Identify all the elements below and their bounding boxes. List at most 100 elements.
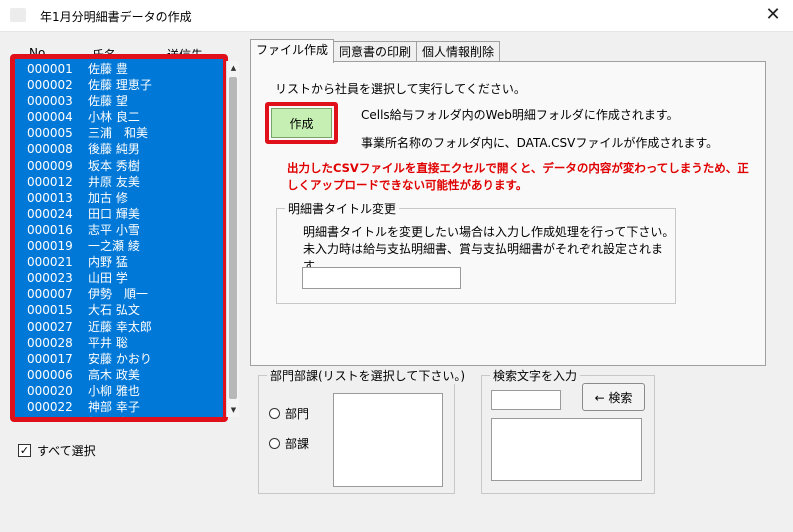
select-all-checkbox[interactable]: ✓ すべて選択 (18, 442, 96, 458)
employee-no: 000009 (27, 158, 73, 173)
dialog-body: No 氏名 送信先 000001佐藤 豊000002佐藤 理恵子000003佐藤… (0, 32, 793, 532)
employee-name: 佐藤 理恵子 (88, 78, 152, 93)
employee-listbox[interactable]: 000001 佐藤 豊 000002 佐藤 理恵子 000003 佐藤 望 000004 小林… (10, 54, 228, 422)
employee-name: 近藤 幸太郎 (88, 319, 152, 334)
employee-name: 後藤 純男 (88, 142, 140, 157)
app-icon (10, 8, 26, 22)
employee-no: 000021 (27, 255, 73, 270)
file-create-panel: リストから社員を選択して実行してください。 作成 Cells給与フォルダ内のWe… (250, 61, 766, 366)
tab-consent-print[interactable]: 同意書の印刷 (333, 41, 418, 63)
dept-filter-group-title: 部門部課(リストを選択して下さい。) (267, 367, 469, 384)
employee-no: 000016 (27, 222, 73, 237)
statement-title-input[interactable] (302, 267, 461, 289)
tab-personal-info-delete[interactable]: 個人情報削除 (416, 41, 501, 63)
list-item[interactable]: 000013 加古 修 (15, 190, 223, 206)
radio-buka-label: 部課 (285, 437, 310, 451)
list-scrollbar[interactable]: ▲ ▼ (226, 61, 239, 417)
list-item[interactable]: 000022 神部 幸子 (15, 399, 223, 415)
employee-no: 000008 (27, 142, 73, 157)
employee-name: 田口 輝美 (88, 206, 140, 221)
create-button-highlight: 作成 (265, 102, 338, 144)
scroll-thumb[interactable] (229, 77, 237, 399)
search-results-listbox[interactable] (491, 418, 642, 481)
scroll-up-arrow-icon[interactable]: ▲ (227, 61, 240, 75)
list-item[interactable]: 000008 後藤 純男 (15, 141, 223, 157)
search-input[interactable] (491, 390, 561, 410)
employee-no: 000005 (27, 126, 73, 141)
employee-no: 000015 (27, 303, 73, 318)
employee-no: 000002 (27, 78, 73, 93)
list-item[interactable]: 000027 近藤 幸太郎 (15, 319, 223, 335)
employee-name: 安藤 かおり (88, 351, 152, 366)
employee-name: 坂本 秀樹 (88, 158, 140, 173)
employee-no: 000007 (27, 287, 73, 302)
select-all-label: すべて選択 (37, 443, 96, 458)
employee-name: 内野 猛 (88, 255, 128, 270)
close-button[interactable]: ✕ (761, 4, 785, 26)
employee-name: 志平 小雪 (88, 222, 140, 237)
employee-no: 000012 (27, 174, 73, 189)
scroll-down-arrow-icon[interactable]: ▼ (227, 403, 240, 417)
list-item[interactable]: 000007 伊勢 順一 (15, 286, 223, 302)
employee-name: 佐藤 豊 (88, 62, 128, 76)
employee-no: 000017 (27, 351, 73, 366)
employee-name: 伊勢 順一 (88, 287, 149, 302)
employee-no: 000024 (27, 206, 73, 221)
list-item[interactable]: 000005 三浦 和美 (15, 125, 223, 141)
info-text-folder: Cells給与フォルダ内のWeb明細フォルダに作成されます。 (361, 108, 679, 122)
list-item[interactable]: 000009 坂本 秀樹 (15, 158, 223, 174)
dept-listbox[interactable] (333, 393, 443, 487)
create-button[interactable]: 作成 (271, 108, 332, 138)
instruction-text: リストから社員を選択して実行してください。 (275, 82, 526, 96)
tab-strip: ファイル作成 同意書の印刷 個人情報削除 (250, 39, 501, 63)
employee-no: 000013 (27, 190, 73, 205)
dept-filter-group: 部門部課(リストを選択して下さい。) 部門 部課 (258, 367, 469, 494)
list-item[interactable]: 000024 田口 輝美 (15, 206, 223, 222)
list-item[interactable]: 000020 小柳 雅也 (15, 383, 223, 399)
list-item[interactable]: 000001 佐藤 豊 (15, 61, 223, 77)
employee-name: 松元 涼 (88, 415, 128, 417)
list-item[interactable]: 000023 山田 学 (15, 270, 223, 286)
employee-name: 神部 幸子 (88, 399, 140, 414)
window-title: 年1月分明細書データの作成 (40, 10, 192, 24)
employee-no: 000006 (27, 367, 73, 382)
employee-no: 000025 (27, 415, 73, 417)
list-item[interactable]: 000004 小林 良二 (15, 109, 223, 125)
employee-no: 000003 (27, 94, 73, 109)
list-item[interactable]: 000016 志平 小雪 (15, 222, 223, 238)
search-group: 検索文字を入力 ← 検索 (481, 367, 655, 494)
list-item[interactable]: 000003 佐藤 望 (15, 93, 223, 109)
checkmark-icon[interactable]: ✓ (18, 443, 31, 457)
list-item[interactable]: 000012 井原 友美 (15, 174, 223, 190)
csv-warning-text: 出力したCSVファイルを直接エクセルで開くと、データの内容が変わってしまうため、… (287, 161, 749, 192)
employee-no: 000004 (27, 110, 73, 125)
list-item[interactable]: 000017 安藤 かおり (15, 351, 223, 367)
radio-circle-icon[interactable] (269, 438, 280, 449)
employee-no: 000022 (27, 399, 73, 414)
employee-no: 000001 (27, 62, 73, 76)
employee-name: 三浦 和美 (88, 126, 149, 141)
tab-file-create[interactable]: ファイル作成 (250, 39, 335, 63)
employee-name: 大石 弘文 (88, 303, 140, 318)
employee-name: 平井 聡 (88, 335, 128, 350)
radio-bumon[interactable]: 部門 (269, 405, 309, 422)
list-item[interactable]: 000021 内野 猛 (15, 254, 223, 270)
title-bar: 年1月分明細書データの作成 ✕ (0, 0, 793, 32)
employee-list-rows: 000001 佐藤 豊 000002 佐藤 理恵子 000003 佐藤 望 000004 小林… (15, 61, 223, 417)
list-item[interactable]: 000015 大石 弘文 (15, 302, 223, 318)
list-item[interactable]: 000006 高木 政美 (15, 367, 223, 383)
list-item[interactable]: 000028 平井 聡 (15, 335, 223, 351)
title-change-desc1: 明細書タイトルを変更したい場合は入力し作成処理を行って下さい。 (303, 225, 675, 239)
list-item[interactable]: 000019 一之瀬 綾 (15, 238, 223, 254)
employee-name: 佐藤 望 (88, 94, 128, 109)
employee-name: 加古 修 (88, 190, 128, 205)
list-item[interactable]: 000025 松元 涼 (15, 415, 223, 417)
radio-circle-icon[interactable] (269, 408, 280, 419)
radio-bumon-label: 部門 (285, 407, 310, 421)
title-change-group: 明細書タイトル変更 明細書タイトルを変更したい場合は入力し作成処理を行って下さい… (276, 200, 676, 304)
employee-name: 井原 友美 (88, 174, 140, 189)
search-button[interactable]: ← 検索 (582, 383, 645, 411)
list-item[interactable]: 000002 佐藤 理恵子 (15, 77, 223, 93)
search-group-title: 検索文字を入力 (490, 367, 581, 384)
radio-buka[interactable]: 部課 (269, 435, 309, 452)
